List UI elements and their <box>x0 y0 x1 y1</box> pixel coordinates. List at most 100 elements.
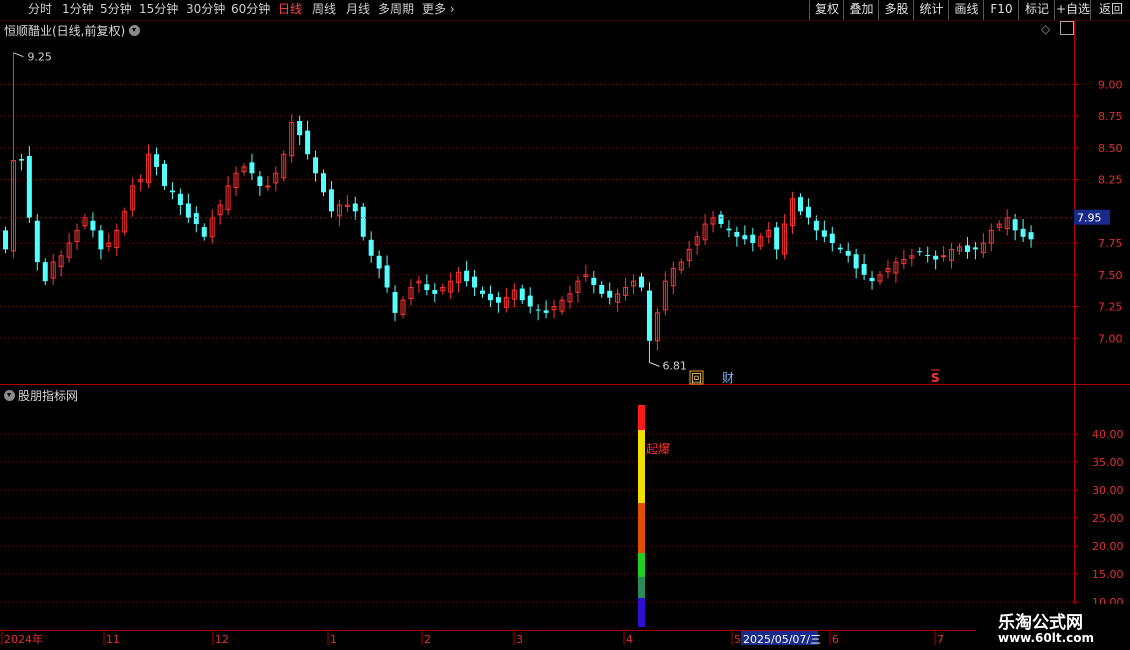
candle-body-down <box>177 193 183 205</box>
candle-body-down <box>805 206 811 218</box>
indicator-tick-label: 40.00 <box>1092 428 1124 441</box>
candle-body-down <box>742 235 748 240</box>
price-tick-label: 7.75 <box>1098 237 1123 250</box>
watermark: 乐淘公式网 www.60lt.com <box>976 604 1130 650</box>
candle-body-down <box>392 292 398 313</box>
candle-body-down <box>313 157 319 174</box>
candle-body-down <box>972 247 978 250</box>
price-tick-label: 8.25 <box>1098 174 1123 187</box>
candle-body-down <box>3 230 8 250</box>
candle-body-down <box>201 227 207 237</box>
candle-body-down <box>837 247 843 250</box>
candle-body-down <box>432 290 438 294</box>
candle-body-down <box>154 154 160 167</box>
time-label: 6 <box>832 633 839 646</box>
candle-body-up <box>941 255 947 258</box>
watermark-name: 乐淘公式网 <box>998 613 1083 633</box>
low-label: 6.81 <box>662 359 687 372</box>
candle-body-down <box>853 254 859 269</box>
price-tick-label: 8.75 <box>1098 110 1123 123</box>
candle-body-down <box>607 290 613 298</box>
candle-body-down <box>933 255 939 260</box>
candle-body-down <box>599 284 605 294</box>
candle-body-down <box>925 255 931 257</box>
candle-body-down <box>1020 228 1026 237</box>
candle-body-down <box>193 213 199 225</box>
candle-body-down <box>42 262 48 282</box>
s-marker: S <box>931 371 940 385</box>
candle-body-down <box>861 263 867 275</box>
indicator-tick-label: 30.00 <box>1092 484 1124 497</box>
candle-body-down <box>821 230 827 237</box>
time-label: 12 <box>215 633 229 646</box>
kline-chart[interactable]: 9.00 8.75 8.50 8.25 7.75 7.50 7.25 7.00 9.25 6.81… <box>0 0 1130 650</box>
high-label: 9.25 <box>27 51 52 64</box>
time-label: 2 <box>424 633 431 646</box>
cursor-date: 2025/05/07/三 <box>743 633 821 646</box>
candle-body-down <box>305 130 311 155</box>
low-pointer <box>649 361 660 367</box>
candle-body-down <box>185 203 191 218</box>
candle-body-down <box>18 159 24 161</box>
candle-body-down <box>328 189 334 212</box>
watermark-url: www.60lt.com <box>998 631 1095 645</box>
hui-marker: 回 <box>691 372 702 385</box>
candle-body-down <box>360 206 366 237</box>
candle-body-down <box>726 228 732 231</box>
candle-body-down <box>376 255 382 269</box>
candle-body-down <box>774 227 780 250</box>
cai-marker: 财 <box>722 371 734 385</box>
candle-body-down <box>34 220 40 263</box>
candle-body-down <box>964 245 970 252</box>
candle-body-down <box>845 250 851 256</box>
candle-body-down <box>750 234 756 244</box>
candle-body-down <box>257 176 263 186</box>
candle-body-down <box>646 290 652 341</box>
candle-body-down <box>90 220 96 231</box>
candle-body-down <box>352 203 358 212</box>
candle-body-down <box>321 173 326 193</box>
time-label: 5 <box>734 633 741 646</box>
candle-body-down <box>424 284 430 291</box>
candle-body-down <box>368 239 374 256</box>
candle-body-up <box>265 185 271 188</box>
high-pointer <box>13 52 24 58</box>
time-label: 2024年 <box>4 632 43 646</box>
price-tick-label: 7.25 <box>1098 301 1123 314</box>
candle-body-down <box>734 231 740 237</box>
candle-body-down <box>591 277 597 285</box>
candle-body-down <box>829 233 835 244</box>
candle-body-down <box>917 251 923 253</box>
signal-bar-segment-2 <box>638 503 645 553</box>
candle-body-down <box>869 277 875 282</box>
signal-bar-segment-5 <box>638 598 645 627</box>
candle-body-down <box>26 156 32 218</box>
candle-body-down <box>1028 232 1034 240</box>
indicator-tick-label: 25.00 <box>1092 512 1124 525</box>
indicator-tick-label: 15.00 <box>1092 568 1124 581</box>
candle-body-down <box>169 190 175 193</box>
candle-body-down <box>249 162 255 174</box>
signal-bar-segment-1 <box>638 430 645 503</box>
time-label: 7 <box>937 633 944 646</box>
time-label: 1 <box>330 633 337 646</box>
candle-body-down <box>718 214 724 225</box>
signal-bar-segment-3 <box>638 553 645 577</box>
time-label: 4 <box>626 633 633 646</box>
candle-body-down <box>1012 219 1018 231</box>
candle-body-down <box>98 230 104 250</box>
time-label: 11 <box>106 633 120 646</box>
candle-body-down <box>162 163 167 186</box>
candle-body-down <box>464 270 470 282</box>
price-tick-label: 8.50 <box>1098 142 1123 155</box>
candle-body-down <box>495 297 501 303</box>
price-tick-label: 7.00 <box>1098 332 1123 345</box>
candle-body-down <box>535 309 541 311</box>
candle-body-down <box>813 220 819 231</box>
candle-body-down <box>384 265 390 288</box>
candle-body-down <box>297 120 303 136</box>
indicator-tick-label: 20.00 <box>1092 540 1124 553</box>
candle-body-down <box>480 290 485 294</box>
candle-body-down <box>798 197 803 212</box>
price-tick-label: 9.00 <box>1098 78 1123 91</box>
